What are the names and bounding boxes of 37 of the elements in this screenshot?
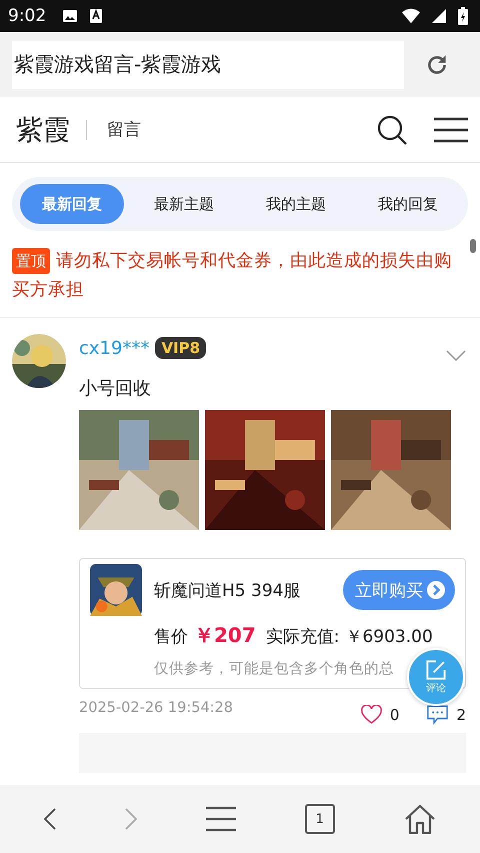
post-time: 2025-02-26 19:54:28: [79, 700, 233, 716]
site-logo[interactable]: 紫霞: [16, 112, 70, 148]
post-text: 小号回收: [79, 377, 152, 400]
comment-count: 2: [456, 706, 466, 724]
tab-count-button[interactable]: 1: [304, 804, 335, 834]
section-title: 留言: [107, 119, 141, 141]
like-count: 0: [390, 706, 400, 724]
pinned-badge: 置顶: [12, 248, 50, 274]
price: ￥207: [194, 622, 256, 649]
heart-icon[interactable]: [360, 705, 382, 725]
search-icon[interactable]: [376, 114, 408, 146]
address-field[interactable]: 紫霞游戏留言-紫霞游戏: [12, 40, 404, 88]
notice-text: 置顶 请勿私下交易帐号和代金券，由此造成的损失由购买方承担: [12, 247, 468, 305]
chevron-down-icon[interactable]: [446, 350, 466, 360]
tab[interactable]: 最新主题: [132, 184, 236, 224]
product-name: 斩魔问道H5 394服: [154, 580, 300, 602]
tab[interactable]: 我的主题: [244, 184, 348, 224]
keyboard-icon: [88, 8, 104, 24]
home-icon[interactable]: [404, 804, 436, 834]
wifi-icon: [402, 8, 420, 24]
image-icon: [62, 8, 78, 24]
edit-icon: [425, 659, 447, 681]
comment-icon[interactable]: [427, 705, 448, 725]
vip-badge: VIP8: [155, 337, 206, 359]
back-icon[interactable]: [44, 808, 56, 830]
scrollbar-thumb[interactable]: [470, 239, 476, 253]
menu-icon[interactable]: [434, 116, 468, 144]
arrow-right-icon: [427, 581, 445, 599]
recharge-label: 实际充值:: [266, 626, 340, 648]
price-label: 售价: [154, 626, 188, 648]
price-note: 仅供参考，可能是包含多个角色的总: [154, 660, 394, 678]
recharge-value: ￥6903.00: [345, 626, 433, 648]
status-time: 9:02: [8, 6, 46, 26]
tab[interactable]: 我的回复: [356, 184, 460, 224]
menu-icon[interactable]: [206, 806, 236, 832]
signal-icon: [430, 8, 448, 24]
battery-icon: [458, 7, 468, 25]
